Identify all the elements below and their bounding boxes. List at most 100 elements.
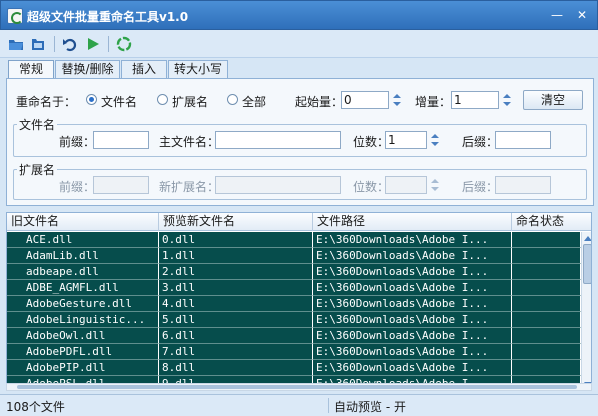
ext-prefix-label: 前缀：	[59, 180, 96, 194]
new-extension-input[interactable]	[215, 176, 341, 194]
status-cell	[512, 296, 581, 312]
radio-all-label[interactable]: 全部	[242, 93, 266, 110]
column-new-name[interactable]: 预览新文件名	[159, 213, 313, 231]
status-cell	[512, 344, 581, 360]
radio-all[interactable]	[227, 94, 238, 105]
table-row[interactable]: ACE.dll 0.dll E:\360Downloads\Adobe I...	[7, 232, 581, 248]
general-panel: 重命名于： 文件名 扩展名 全部 起始量： 0 增量： 1 清空 文件名 前缀：…	[6, 78, 594, 206]
minimize-button[interactable]: —	[546, 5, 568, 25]
digits-label: 位数：	[353, 135, 390, 149]
clear-button[interactable]: 清空	[523, 90, 583, 110]
run-icon[interactable]	[85, 36, 101, 52]
new-name-cell: 4.dll	[159, 296, 313, 312]
filename-suffix-input[interactable]	[495, 131, 551, 149]
radio-filename[interactable]	[86, 94, 97, 105]
path-cell: E:\360Downloads\Adobe I...	[313, 280, 512, 296]
radio-filename-label[interactable]: 文件名	[101, 93, 137, 110]
tab-change-case[interactable]: 转大小写	[168, 60, 228, 78]
horizontal-scroll-thumb[interactable]	[17, 385, 577, 389]
table-row[interactable]: ADBE_AGMFL.dll 3.dll E:\360Downloads\Adobe…	[7, 280, 581, 296]
status-cell	[512, 232, 581, 248]
ext-digits-spinner[interactable]	[429, 176, 442, 194]
window-title: 超级文件批量重命名工具v1.0	[27, 10, 189, 24]
open-file-icon[interactable]	[30, 36, 46, 52]
table-row[interactable]: AdamLib.dll 1.dll E:\360Downloads\Adobe I.…	[7, 248, 581, 264]
new-extension-label: 新扩展名：	[159, 180, 220, 194]
close-button[interactable]: ✕	[569, 5, 595, 25]
start-input[interactable]: 0	[341, 91, 389, 109]
column-status[interactable]: 命名状态	[512, 213, 591, 231]
path-cell: E:\360Downloads\Adobe I...	[313, 232, 512, 248]
table-row[interactable]: adbeape.dll 2.dll E:\360Downloads\Adobe I.…	[7, 264, 581, 280]
filename-suffix-label: 后缀：	[462, 135, 499, 149]
filename-prefix-label: 前缀：	[59, 135, 96, 149]
path-cell: E:\360Downloads\Adobe I...	[313, 360, 512, 376]
toolbar-separator	[54, 36, 55, 52]
column-old-name[interactable]: 旧文件名	[7, 213, 159, 231]
filename-group-title: 文件名	[17, 116, 58, 133]
increment-input[interactable]: 1	[451, 91, 499, 109]
old-name-cell: ACE.dll	[7, 232, 159, 248]
old-name-cell: AdobeGesture.dll	[7, 296, 159, 312]
table-row[interactable]: AdobeGesture.dll 4.dll E:\360Downloads\Ado…	[7, 296, 581, 312]
path-cell: E:\360Downloads\Adobe I...	[313, 312, 512, 328]
new-name-cell: 2.dll	[159, 264, 313, 280]
recycle-icon[interactable]	[116, 36, 132, 52]
new-name-cell: 0.dll	[159, 232, 313, 248]
path-cell: E:\360Downloads\Adobe I...	[313, 344, 512, 360]
scroll-thumb[interactable]	[583, 244, 591, 284]
column-path[interactable]: 文件路径	[313, 213, 512, 231]
table-row[interactable]: AdobeLinguistic... 5.dll E:\360Downloads\A…	[7, 312, 581, 328]
status-separator	[328, 398, 329, 413]
path-cell: E:\360Downloads\Adobe I...	[313, 296, 512, 312]
new-name-cell: 1.dll	[159, 248, 313, 264]
status-cell	[512, 264, 581, 280]
table-header: 旧文件名 预览新文件名 文件路径 命名状态	[7, 213, 591, 231]
filename-prefix-input[interactable]	[93, 131, 149, 149]
toolbar-separator	[108, 36, 109, 52]
tab-insert[interactable]: 插入	[121, 60, 167, 78]
table-row[interactable]: AdobePIP.dll 8.dll E:\360Downloads\Adobe I…	[7, 360, 581, 376]
start-spinner[interactable]	[391, 91, 404, 109]
ext-suffix-label: 后缀：	[462, 180, 499, 194]
horizontal-scrollbar[interactable]	[6, 383, 592, 391]
scroll-up-icon[interactable]	[584, 236, 591, 241]
increment-spinner[interactable]	[501, 91, 514, 109]
main-filename-input[interactable]	[215, 131, 341, 149]
tab-general[interactable]: 常规	[8, 60, 54, 79]
digits-input[interactable]: 1	[385, 131, 427, 149]
radio-extension-label[interactable]: 扩展名	[172, 93, 208, 110]
path-cell: E:\360Downloads\Adobe I...	[313, 248, 512, 264]
main-filename-label: 主文件名：	[159, 135, 220, 149]
old-name-cell: adbeape.dll	[7, 264, 159, 280]
table-row[interactable]: AdobePDFL.dll 7.dll E:\360Downloads\Adobe …	[7, 344, 581, 360]
table-row[interactable]: AdobeOwl.dll 6.dll E:\360Downloads\Adobe I…	[7, 328, 581, 344]
new-name-cell: 8.dll	[159, 360, 313, 376]
ext-prefix-input[interactable]	[93, 176, 149, 194]
ext-digits-input[interactable]	[385, 176, 427, 194]
status-cell	[512, 360, 581, 376]
status-cell	[512, 280, 581, 296]
title-bar: 超级文件批量重命名工具v1.0 — ✕	[0, 0, 598, 30]
new-name-cell: 5.dll	[159, 312, 313, 328]
status-cell	[512, 248, 581, 264]
old-name-cell: AdamLib.dll	[7, 248, 159, 264]
path-cell: E:\360Downloads\Adobe I...	[313, 328, 512, 344]
vertical-scrollbar[interactable]	[581, 232, 591, 389]
auto-preview-status: 自动预览 - 开	[334, 400, 406, 414]
digits-spinner[interactable]	[429, 131, 442, 149]
open-folder-icon[interactable]	[8, 36, 24, 52]
tab-replace-delete[interactable]: 替换/删除	[55, 60, 120, 78]
new-name-cell: 7.dll	[159, 344, 313, 360]
toolbar	[0, 30, 598, 58]
extension-group-title: 扩展名	[17, 161, 58, 178]
table-body: ACE.dll 0.dll E:\360Downloads\Adobe I... Ad…	[7, 232, 581, 389]
rename-to-label: 重命名于：	[16, 95, 77, 109]
radio-extension[interactable]	[157, 94, 168, 105]
file-count: 108个文件	[6, 400, 65, 414]
ext-digits-label: 位数：	[353, 180, 390, 194]
increment-label: 增量：	[415, 95, 452, 109]
undo-icon[interactable]	[62, 36, 78, 52]
ext-suffix-input[interactable]	[495, 176, 551, 194]
path-cell: E:\360Downloads\Adobe I...	[313, 264, 512, 280]
